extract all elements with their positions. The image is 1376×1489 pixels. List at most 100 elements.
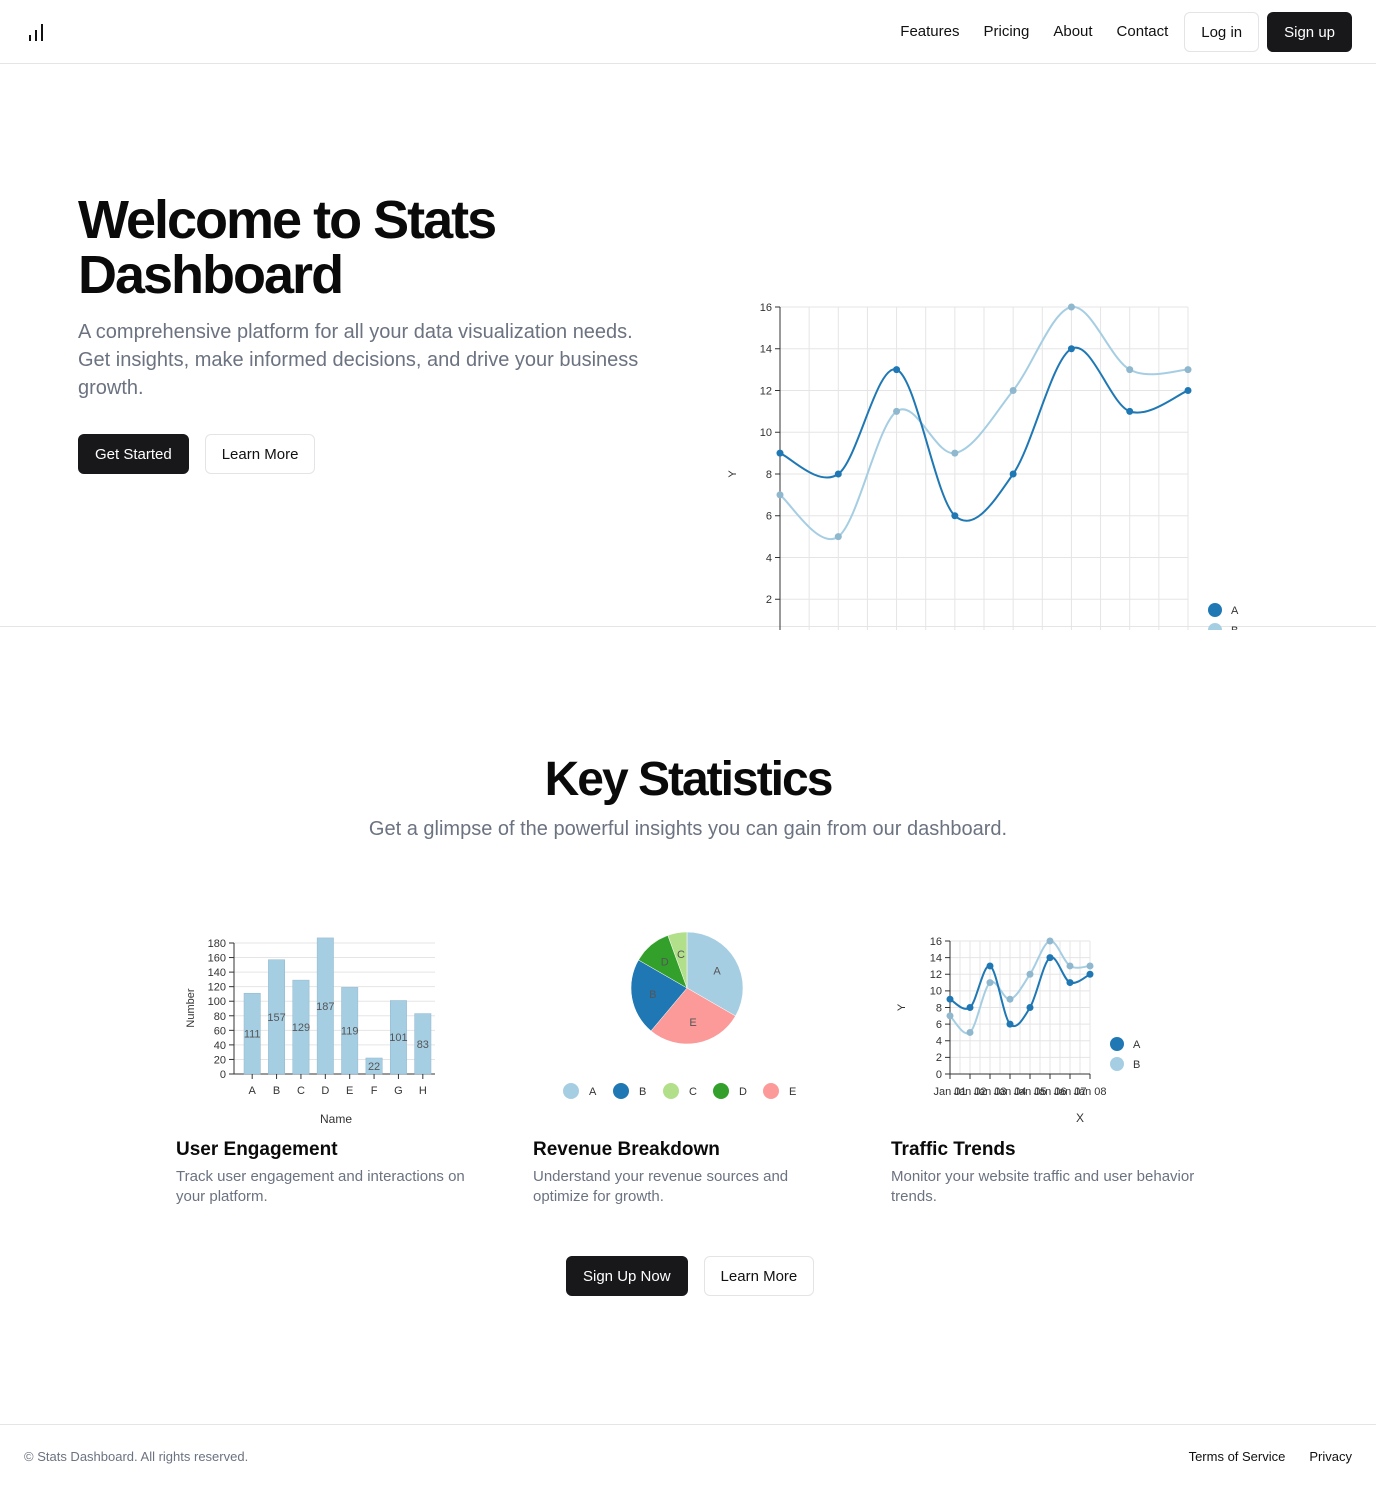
data-point-A <box>1066 979 1074 987</box>
data-point-A <box>834 470 842 478</box>
y-tick-label: 8 <box>936 1002 942 1014</box>
terms-link[interactable]: Terms of Service <box>1189 1449 1286 1464</box>
legend-label-A: A <box>1133 1039 1141 1051</box>
footer-links: Terms of Service Privacy <box>1165 1449 1352 1464</box>
sign-up-now-button[interactable]: Sign Up Now <box>566 1256 688 1296</box>
card-description: Monitor your website traffic and user be… <box>891 1168 1195 1205</box>
bar-value-label: 101 <box>389 1032 407 1044</box>
y-tick-label: 60 <box>214 1025 226 1037</box>
y-tick-label: 0 <box>936 1069 942 1081</box>
y-tick-label: 14 <box>760 344 772 356</box>
y-tick-label: 16 <box>930 936 942 948</box>
bar-value-label: 129 <box>292 1022 310 1034</box>
y-tick-label: 140 <box>208 967 226 979</box>
y-tick-label: 0 <box>220 1069 226 1081</box>
y-axis-label: Y <box>896 1003 908 1011</box>
legend-label-B: B <box>1231 625 1238 630</box>
data-point-A <box>1006 1020 1014 1028</box>
privacy-link[interactable]: Privacy <box>1309 1449 1352 1464</box>
get-started-button[interactable]: Get Started <box>78 434 189 474</box>
site-footer: © Stats Dashboard. All rights reserved. … <box>0 1424 1376 1489</box>
legend-swatch-B <box>1110 1057 1124 1071</box>
y-axis-label: Y <box>727 470 739 478</box>
pie-slice-label: C <box>677 949 685 961</box>
y-tick-label: 6 <box>936 1019 942 1031</box>
legend-label-A: A <box>1231 605 1239 617</box>
x-tick-label: F <box>371 1085 378 1097</box>
nav-about-link[interactable]: About <box>1053 12 1092 52</box>
hero-section: Welcome to Stats Dashboard A comprehensi… <box>0 65 1376 630</box>
y-tick-label: 16 <box>760 302 772 314</box>
stats-subtitle: Get a glimpse of the powerful insights y… <box>368 818 1008 840</box>
y-tick-label: 4 <box>936 1036 942 1048</box>
nav-contact-link[interactable]: Contact <box>1117 12 1169 52</box>
login-button[interactable]: Log in <box>1184 12 1260 52</box>
traffic-trends-card: 0 2 4 6 8 10 12 14 16 Jan 01 Jan 02 Jan 03 Jan 04 Jan… <box>891 925 1211 1205</box>
data-point-B <box>1066 962 1074 970</box>
pie-slice-label: B <box>649 989 656 1001</box>
data-point-B <box>986 979 994 987</box>
legend-swatch-D <box>713 1083 729 1099</box>
y-tick-label: 180 <box>208 938 226 950</box>
card-description: Track user engagement and interactions o… <box>176 1168 465 1205</box>
data-point-A <box>1046 954 1054 962</box>
y-tick-label: 40 <box>214 1040 226 1052</box>
data-point-A <box>1009 470 1017 478</box>
data-point-A <box>966 1004 974 1011</box>
x-tick-label: E <box>346 1085 353 1097</box>
y-axis-label: Number <box>185 988 197 1027</box>
data-point-B <box>951 449 959 457</box>
x-tick-label: Jan 08 <box>1073 1086 1106 1098</box>
y-tick-label: 20 <box>214 1054 226 1066</box>
legend-label-E: E <box>789 1086 796 1098</box>
data-point-B <box>1026 970 1034 978</box>
learn-more-button[interactable]: Learn More <box>703 1256 815 1296</box>
data-point-A <box>1067 345 1075 353</box>
nav-features-link[interactable]: Features <box>900 12 959 52</box>
bar-value-label: 111 <box>244 1029 261 1041</box>
data-point-B <box>893 407 901 415</box>
main-nav: Features Pricing About Contact Log in Si… <box>900 12 1352 52</box>
pie-slice-label: E <box>689 1017 696 1029</box>
y-tick-label: 80 <box>214 1011 226 1023</box>
legend-label-A: A <box>589 1086 597 1098</box>
x-tick-label: D <box>321 1085 329 1097</box>
legend-swatch-B <box>1208 623 1222 630</box>
data-point-A <box>946 995 954 1003</box>
legend-swatch-B <box>613 1083 629 1099</box>
hero-title: Welcome to Stats Dashboard <box>78 190 497 305</box>
y-tick-label: 100 <box>208 996 226 1008</box>
y-tick-label: 12 <box>760 385 772 397</box>
x-axis-label: X <box>1076 1111 1084 1125</box>
data-point-A <box>776 449 784 457</box>
legend-label-B: B <box>1133 1059 1140 1071</box>
data-point-A <box>1086 970 1094 978</box>
engagement-bar-chart: 0 20 40 60 80 100 120 140 160 180 111 A 157 B 129 C 187 D… <box>185 937 435 1126</box>
x-tick-label: B <box>273 1085 280 1097</box>
traffic-line-chart: 0246810121416Jan 01Jan 02Jan 03Jan 04Jan… <box>896 936 1141 1125</box>
y-tick-label: 10 <box>930 986 942 998</box>
site-header: Features Pricing About Contact Log in Si… <box>0 0 1376 64</box>
nav-pricing-link[interactable]: Pricing <box>983 12 1029 52</box>
y-tick-label: 14 <box>930 952 942 964</box>
card-title: Revenue Breakdown <box>533 1139 720 1160</box>
legend-swatch-A <box>563 1083 579 1099</box>
bar-value-label: 83 <box>417 1039 429 1051</box>
signup-button[interactable]: Sign up <box>1267 12 1352 52</box>
data-point-B <box>1086 962 1094 970</box>
x-tick-label: H <box>419 1085 427 1097</box>
y-tick-label: 12 <box>930 969 942 981</box>
legend-label-B: B <box>639 1086 646 1098</box>
bar-chart-icon[interactable] <box>26 22 46 42</box>
x-tick-label: A <box>249 1085 257 1097</box>
bar-value-label: 187 <box>316 1001 334 1013</box>
stats-title: Key Statistics <box>544 753 834 806</box>
data-point-A <box>986 962 994 970</box>
legend-swatch-A <box>1110 1037 1124 1051</box>
y-tick-label: 120 <box>208 982 226 994</box>
user-engagement-card: 0 20 40 60 80 100 120 140 160 180 111 A 157 B 129 C 187 D… <box>176 925 496 1205</box>
data-point-B <box>1046 937 1054 945</box>
hero-subtitle: A comprehensive platform for all your da… <box>78 321 639 399</box>
learn-more-button[interactable]: Learn More <box>204 434 316 474</box>
pie-slice-label: A <box>713 966 721 978</box>
